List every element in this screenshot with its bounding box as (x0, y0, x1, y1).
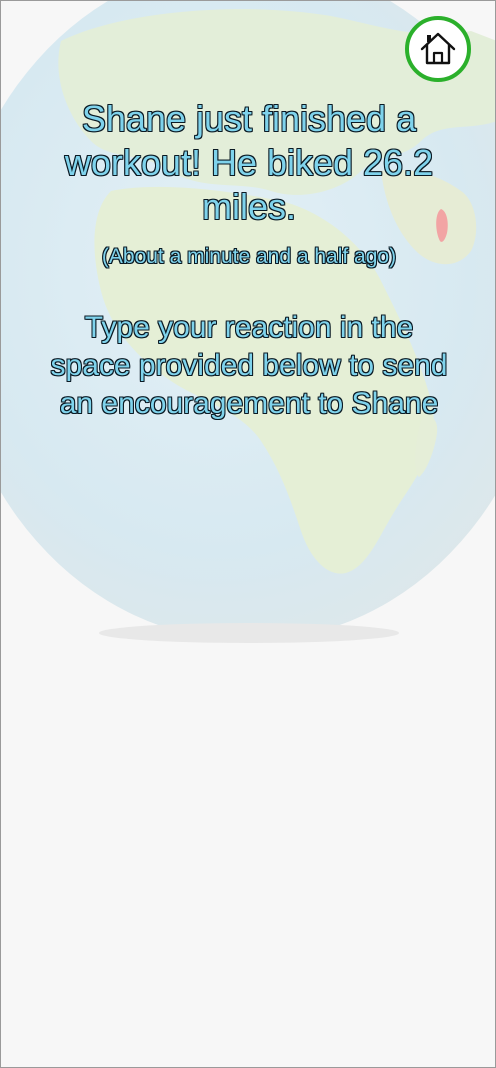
home-icon (420, 32, 456, 65)
reaction-instruction: Type your reaction in the space provided… (50, 311, 448, 420)
app-screen: Shane just finished a workout! He biked … (0, 0, 496, 1068)
workout-headline: Shane just finished a workout! He biked … (64, 98, 434, 227)
home-button[interactable] (405, 16, 471, 82)
time-ago-label: (About a minute and a half ago) (101, 245, 397, 268)
